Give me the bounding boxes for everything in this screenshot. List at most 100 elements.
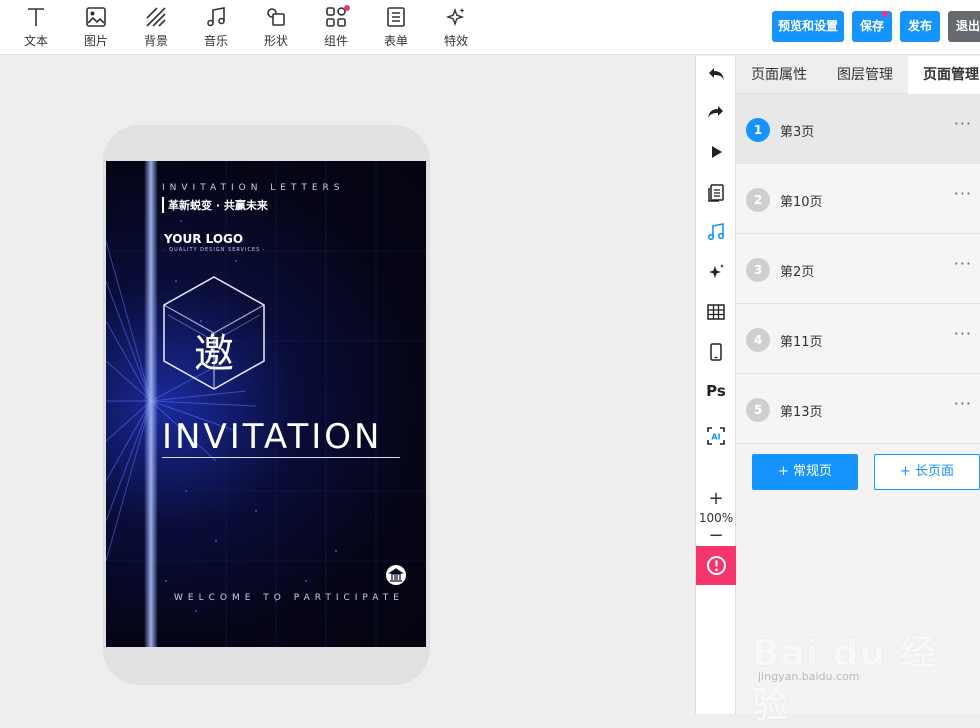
pages-button[interactable]: [696, 174, 736, 210]
more-options-icon[interactable]: ···: [954, 324, 972, 343]
magic-effects-button[interactable]: [696, 254, 736, 290]
tool-form[interactable]: 表单: [366, 4, 426, 52]
phone-frame: INVITATION LETTERS 革新蜕变 · 共赢未来 YOUR LOGO…: [103, 125, 430, 685]
ai-label: AI: [711, 433, 720, 442]
redo-button[interactable]: [696, 94, 736, 130]
preview-settings-button[interactable]: 预览和设置: [772, 11, 844, 42]
panel-tabs: 页面属性 图层管理 页面管理: [736, 56, 980, 94]
invite-letters-text: INVITATION LETTERS: [162, 183, 345, 193]
tool-background[interactable]: 背景: [126, 4, 186, 52]
headline-text: INVITATION: [162, 417, 383, 457]
play-button[interactable]: [696, 134, 736, 170]
save-label: 保存: [859, 19, 884, 33]
page-name: 第2页: [780, 265, 815, 280]
zoom-out-button[interactable]: −: [696, 525, 736, 547]
play-icon: [712, 146, 722, 158]
background-icon: [146, 7, 166, 27]
publish-button[interactable]: 发布: [900, 11, 940, 42]
tab-page-properties[interactable]: 页面属性: [736, 56, 822, 94]
image-icon: [86, 7, 106, 27]
welcome-text: WELCOME TO PARTICIPATE: [174, 593, 404, 603]
side-tool-strip: Ps AI + 100% −: [695, 56, 736, 714]
more-options-icon[interactable]: ···: [954, 184, 972, 203]
save-button[interactable]: 保存: [852, 11, 892, 42]
page-number-badge: 1: [746, 118, 770, 142]
notification-dot: [344, 5, 350, 11]
page-name: 第10页: [780, 195, 823, 210]
watermark-url: jingyan.baidu.com: [758, 670, 860, 683]
page-list-item[interactable]: 4 第11页 ···: [736, 304, 980, 374]
add-normal-page-button[interactable]: + 常规页: [752, 454, 858, 490]
invitation-cube-graphic: 邀: [163, 276, 265, 390]
tool-label: 音乐: [203, 34, 228, 48]
top-toolbar: 文本 图片 背景 音乐 形状 组件 表单 特效 预览和设置 保存 发布 退出: [0, 0, 980, 55]
tool-music[interactable]: 音乐: [186, 4, 246, 52]
headline-underline: [162, 457, 400, 458]
zoom-controls: + 100% −: [696, 490, 736, 547]
ps-icon: Ps: [706, 382, 726, 400]
tool-label: 组件: [323, 34, 348, 48]
baidu-jingyan-watermark: Bai du 经验 jingyan.baidu.com: [750, 600, 970, 726]
light-beam: [144, 161, 158, 647]
more-options-icon[interactable]: ···: [954, 254, 972, 273]
tool-component[interactable]: 组件: [306, 4, 366, 52]
page-list-item[interactable]: 1 第3页 ···: [736, 94, 980, 164]
effects-icon: [445, 7, 465, 27]
tool-label: 图片: [83, 34, 108, 48]
bank-icon: [386, 565, 406, 585]
page-name: 第3页: [780, 125, 815, 140]
tool-label: 背景: [143, 34, 168, 48]
ai-icon: AI: [707, 427, 725, 445]
magic-icon: [709, 264, 724, 278]
device-preview-button[interactable]: [696, 334, 736, 370]
zoom-in-button[interactable]: +: [696, 490, 736, 508]
page-number-badge: 5: [746, 398, 770, 422]
exit-button[interactable]: 退出: [948, 11, 980, 42]
page-list: 1 第3页 ··· 2 第10页 ··· 3 第2页 ··· 4 第11页 ··…: [736, 94, 980, 444]
logo-text: YOUR LOGO: [164, 232, 244, 246]
tool-shape[interactable]: 形状: [246, 4, 306, 52]
page-number-badge: 2: [746, 188, 770, 212]
alert-button[interactable]: [696, 546, 736, 585]
more-options-icon[interactable]: ···: [954, 114, 972, 133]
undo-button[interactable]: [696, 56, 736, 92]
zoom-level: 100%: [698, 511, 734, 525]
music-icon: [707, 223, 725, 241]
pages-icon: [708, 184, 724, 202]
tool-label: 文本: [23, 34, 48, 48]
music-icon: [207, 7, 225, 27]
page-name: 第13页: [780, 405, 823, 420]
page-list-item[interactable]: 5 第13页 ···: [736, 374, 980, 444]
page-preview[interactable]: INVITATION LETTERS 革新蜕变 · 共赢未来 YOUR LOGO…: [106, 161, 426, 647]
tab-page-management[interactable]: 页面管理: [908, 56, 980, 94]
shape-icon: [267, 8, 285, 26]
tab-layer-management[interactable]: 图层管理: [822, 56, 908, 94]
slogan-text: 革新蜕变 · 共赢未来: [162, 197, 268, 213]
add-long-page-button[interactable]: + 长页面: [874, 454, 980, 490]
cube-character: 邀: [194, 331, 234, 377]
photoshop-import-button[interactable]: Ps: [696, 374, 736, 410]
unsaved-dot: [882, 11, 888, 17]
tool-effects[interactable]: 特效: [426, 4, 486, 52]
page-number-badge: 4: [746, 328, 770, 352]
undo-icon: [709, 68, 724, 80]
tool-label: 特效: [443, 34, 468, 48]
page-name: 第11页: [780, 335, 823, 350]
music-button[interactable]: [696, 214, 736, 250]
grid-button[interactable]: [696, 294, 736, 330]
ai-button[interactable]: AI: [696, 418, 736, 454]
tool-label: 形状: [263, 34, 288, 48]
tool-text[interactable]: 文本: [6, 4, 66, 52]
page-list-item[interactable]: 2 第10页 ···: [736, 164, 980, 234]
text-icon: [28, 8, 44, 26]
warning-icon: [706, 556, 726, 575]
phone-icon: [710, 343, 722, 361]
logo-subtitle: · QUALITY DESIGN SERVICES ·: [164, 247, 266, 253]
more-options-icon[interactable]: ···: [954, 394, 972, 413]
redo-icon: [708, 106, 723, 118]
grid-icon: [707, 304, 725, 320]
page-list-item[interactable]: 3 第2页 ···: [736, 234, 980, 304]
tool-image[interactable]: 图片: [66, 4, 126, 52]
tool-label: 表单: [383, 34, 408, 48]
editor-canvas[interactable]: INVITATION LETTERS 革新蜕变 · 共赢未来 YOUR LOGO…: [0, 56, 695, 714]
